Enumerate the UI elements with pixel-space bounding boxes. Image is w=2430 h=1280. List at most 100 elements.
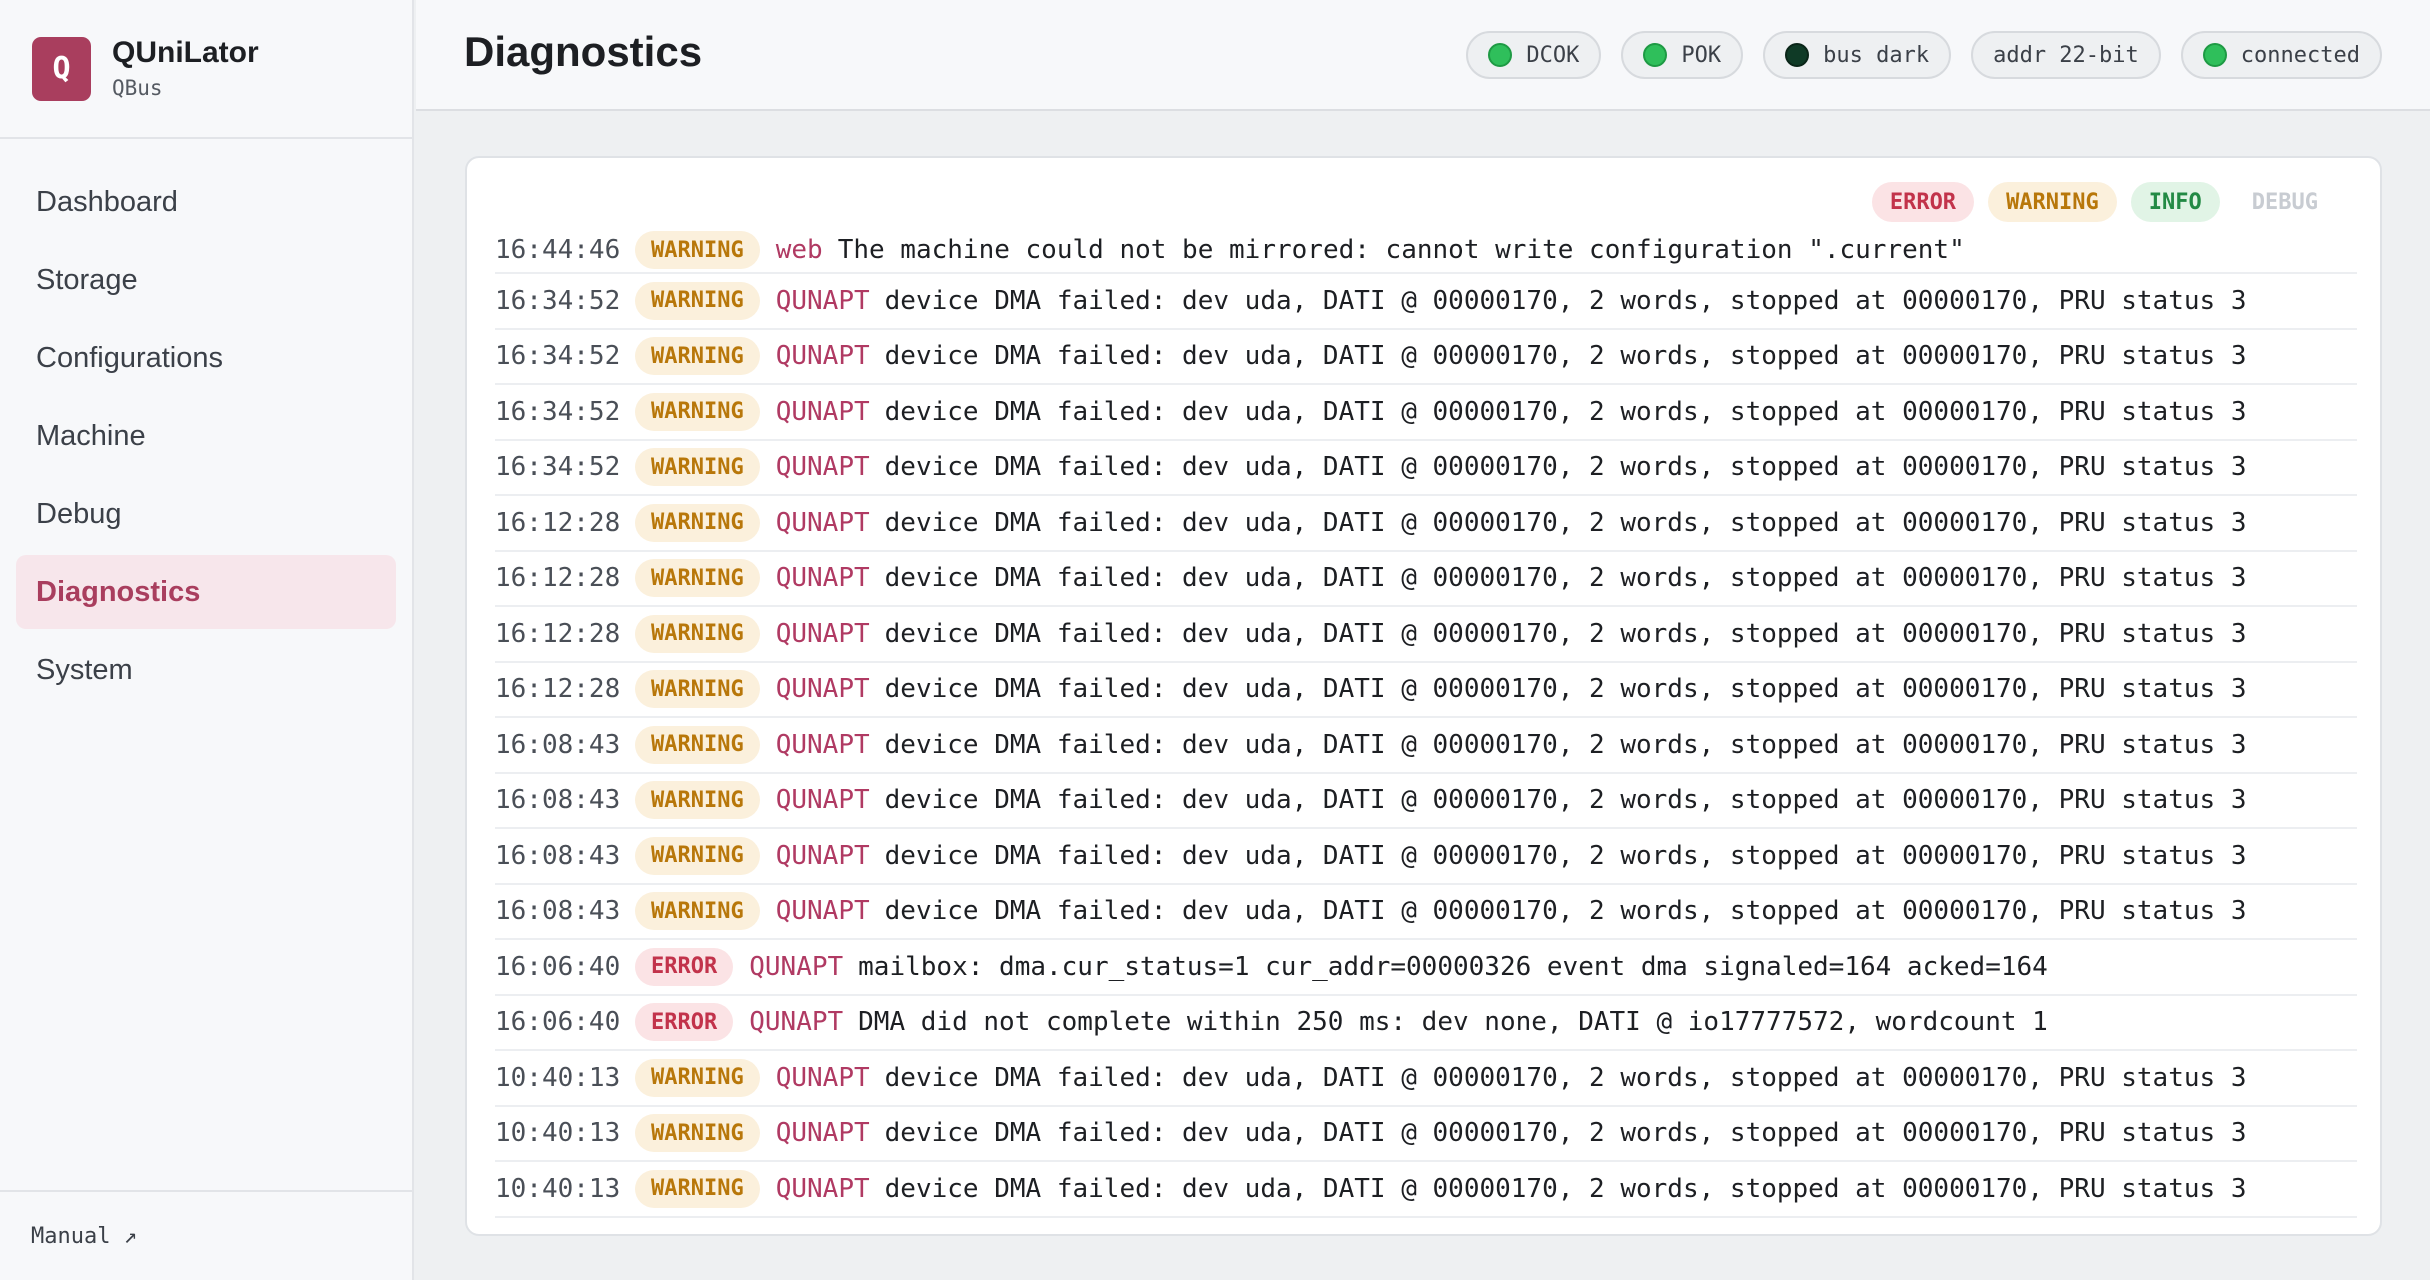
log-source: QUNAPT (775, 1062, 870, 1093)
log-message: device DMA failed: dev uda, DATI @ 00000… (884, 1062, 2247, 1093)
sidebar-item-storage[interactable]: Storage (16, 243, 396, 317)
log-panel: ERROR WARNING INFO DEBUG 16:44:46 WARNING… (465, 156, 2382, 1236)
log-message: device DMA failed: dev uda, DATI @ 00000… (884, 1118, 2247, 1149)
status-pill-label: bus dark (1823, 42, 1930, 68)
log-timestamp: 16:06:40 (495, 1007, 621, 1038)
log-message: device DMA failed: dev uda, DATI @ 00000… (884, 507, 2247, 538)
log-message: DMA did not complete within 250 ms: dev … (858, 1007, 2048, 1038)
log-message: device DMA failed: dev uda, DATI @ 00000… (884, 341, 2247, 372)
app-logo: Q (32, 36, 91, 101)
log-source: QUNAPT (775, 840, 870, 871)
status-pill-dcok: DCOK (1466, 31, 1602, 79)
log-level-badge: WARNING (635, 392, 760, 431)
log-timestamp: 16:08:43 (495, 840, 621, 871)
level-filters: ERROR WARNING INFO DEBUG (1858, 182, 2336, 222)
log-row: 16:08:43 WARNING QUNAPT device DMA failed: … (495, 774, 2357, 829)
log-source: web (775, 235, 823, 265)
log-source: QUNAPT (775, 285, 870, 316)
log-level-badge: WARNING (635, 503, 760, 542)
sidebar-footer: Manual ↗ (0, 1190, 412, 1280)
log-timestamp: 16:12:28 (495, 674, 621, 705)
app-subtitle: QBus (112, 75, 163, 100)
log-message: device DMA failed: dev uda, DATI @ 00000… (884, 452, 2247, 483)
manual-link[interactable]: Manual ↗ (31, 1224, 137, 1249)
log-source: QUNAPT (775, 1173, 870, 1204)
log-level-badge: ERROR (635, 947, 734, 986)
log-row: 16:34:52 WARNING QUNAPT device DMA failed: … (495, 385, 2357, 441)
log-message: device DMA failed: dev uda, DATI @ 00000… (884, 618, 2247, 649)
status-indicator-icon (1643, 43, 1668, 67)
log-level-badge: WARNING (635, 1058, 760, 1097)
log-source: QUNAPT (775, 563, 870, 594)
sidebar-nav: Dashboard Storage Configurations Machine… (0, 139, 412, 707)
log-timestamp: 16:12:28 (495, 507, 621, 538)
log-timestamp: 16:08:43 (495, 896, 621, 927)
log-row: 16:34:52 WARNING QUNAPT device DMA failed: … (495, 330, 2357, 385)
status-pill-addr: addr 22-bit (1971, 31, 2161, 79)
filter-warning[interactable]: WARNING (1988, 182, 2117, 222)
log-row: 10:40:13 WARNING QUNAPT device DMA failed: … (495, 1162, 2357, 1218)
status-indicator-icon (1785, 43, 1810, 67)
log-message: device DMA failed: dev uda, DATI @ 00000… (884, 896, 2247, 927)
log-level-badge: WARNING (635, 781, 760, 820)
log-source: QUNAPT (775, 341, 870, 372)
log-row: 16:34:52 WARNING QUNAPT device DMA failed: … (495, 274, 2357, 330)
log-message: device DMA failed: dev uda, DATI @ 00000… (884, 785, 2247, 816)
status-indicator-icon (2202, 43, 2227, 67)
page-title: Diagnostics (464, 28, 703, 75)
log-source: QUNAPT (775, 729, 870, 760)
status-pill-label: addr 22-bit (1993, 42, 2139, 68)
log-timestamp: 16:12:28 (495, 618, 621, 649)
log-source: QUNAPT (775, 618, 870, 649)
log-row: 16:12:28 WARNING QUNAPT device DMA failed: … (495, 607, 2357, 663)
log-timestamp: 10:40:13 (495, 1118, 621, 1149)
sidebar-item-diagnostics[interactable]: Diagnostics (16, 555, 396, 629)
log-level-badge: WARNING (635, 559, 760, 598)
log-timestamp: 10:40:13 (495, 1173, 621, 1204)
log-timestamp: 16:34:52 (495, 396, 621, 427)
status-pill-pok: POK (1621, 31, 1744, 79)
log-row: 16:44:46 WARNING web The machine could not … (495, 228, 2357, 274)
log-row: 16:12:28 WARNING QUNAPT device DMA failed: … (495, 663, 2357, 718)
filter-info[interactable]: INFO (2130, 182, 2220, 222)
log-timestamp: 16:44:46 (495, 235, 621, 265)
status-indicator-icon (1488, 43, 1513, 67)
log-level-badge: WARNING (635, 337, 760, 376)
log-message: device DMA failed: dev uda, DATI @ 00000… (884, 729, 2247, 760)
log-row: 16:34:52 WARNING QUNAPT device DMA failed: … (495, 441, 2357, 496)
filter-error[interactable]: ERROR (1871, 182, 1975, 222)
log-source: QUNAPT (775, 452, 870, 483)
filter-debug[interactable]: DEBUG (2234, 182, 2336, 222)
log-level-badge: ERROR (635, 1003, 734, 1042)
log-level-badge: WARNING (635, 448, 760, 487)
log-row: 10:40:13 WARNING QUNAPT device DMA failed: … (495, 1051, 2357, 1107)
log-level-badge: WARNING (635, 725, 760, 764)
log-timestamp: 10:40:13 (495, 1062, 621, 1093)
log-row: 16:06:40 ERROR QUNAPT mailbox: dma.cur_stat… (495, 940, 2357, 996)
log-timestamp: 16:34:52 (495, 341, 621, 372)
log-level-badge: WARNING (635, 1169, 760, 1208)
log-source: QUNAPT (775, 396, 870, 427)
sidebar-item-machine[interactable]: Machine (16, 399, 396, 473)
sidebar-item-dashboard[interactable]: Dashboard (16, 165, 396, 239)
log-message: device DMA failed: dev uda, DATI @ 00000… (884, 396, 2247, 427)
log-row: 10:40:13 WARNING QUNAPT device DMA failed: … (495, 1107, 2357, 1162)
sidebar-item-system[interactable]: System (16, 633, 396, 707)
log-level-badge: WARNING (635, 281, 760, 320)
header: Diagnostics DCOK POK bus dark addr 22-bi… (416, 0, 2430, 111)
log-source: QUNAPT (775, 674, 870, 705)
log-message: device DMA failed: dev uda, DATI @ 00000… (884, 840, 2247, 871)
log-source: QUNAPT (749, 1007, 844, 1038)
log-level-badge: WARNING (635, 231, 760, 269)
status-pills: DCOK POK bus dark addr 22-bit connected (1446, 31, 2382, 79)
log-source: QUNAPT (775, 785, 870, 816)
app-name: QUniLator (112, 35, 259, 69)
log-message: device DMA failed: dev uda, DATI @ 00000… (884, 674, 2247, 705)
status-pill-label: DCOK (1526, 42, 1580, 68)
sidebar-item-debug[interactable]: Debug (16, 477, 396, 551)
log-row: 16:12:28 WARNING QUNAPT device DMA failed: … (495, 552, 2357, 607)
log-message: device DMA failed: dev uda, DATI @ 00000… (884, 1173, 2247, 1204)
log-row: 16:08:43 WARNING QUNAPT device DMA failed: … (495, 885, 2357, 940)
status-pill-connected: connected (2180, 31, 2382, 79)
sidebar-item-configurations[interactable]: Configurations (16, 321, 396, 395)
